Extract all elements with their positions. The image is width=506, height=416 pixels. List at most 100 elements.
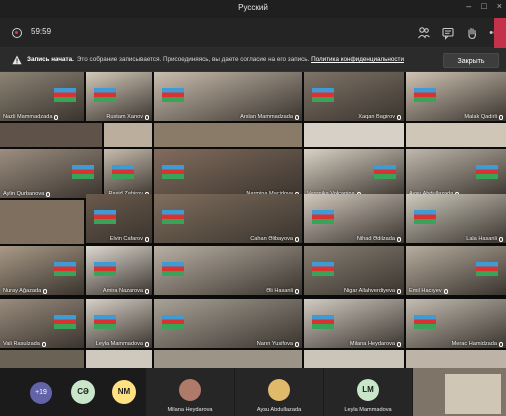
video-tile[interactable]	[154, 123, 302, 147]
participant-name-text: Elvin Cafarov	[109, 236, 143, 242]
video-tile[interactable]: Aysu Abdullazada	[406, 149, 506, 198]
video-tile[interactable]	[86, 350, 152, 368]
participant-name-text: Arslan Mammadzada	[240, 114, 293, 120]
avatar[interactable]: NM	[112, 380, 136, 404]
mic-icon	[145, 288, 149, 294]
video-tile[interactable]: Leyla Mammadova	[86, 299, 152, 348]
mic-icon	[499, 114, 503, 120]
window-title: Русский	[238, 3, 268, 12]
minimize-icon[interactable]: –	[466, 1, 471, 11]
warning-icon	[12, 55, 22, 65]
mic-icon	[46, 191, 51, 197]
video-tile[interactable]: Cahan Əlibayova	[154, 194, 302, 243]
close-icon[interactable]: ×	[497, 1, 502, 11]
video-tile[interactable]	[304, 350, 404, 368]
window-controls: – □ ×	[466, 1, 502, 11]
video-tile[interactable]: Əli Hasanli	[154, 246, 302, 295]
video-tile[interactable]	[0, 350, 84, 368]
video-tile[interactable]: Nazli Mammadzada	[0, 72, 84, 121]
participant-tile[interactable]: Aysu Abdullazada	[234, 368, 323, 416]
participant-name: Milana Heydarova	[350, 341, 401, 347]
video-tile[interactable]	[406, 123, 506, 147]
participant-name: Nigar Allahverdiyeva	[344, 288, 401, 294]
video-tile[interactable]	[0, 123, 102, 147]
flag-image	[54, 262, 76, 276]
participant-tile[interactable]: Milana Heydarova	[145, 368, 234, 416]
video-tile[interactable]: Narın Yusifova	[154, 299, 302, 348]
video-tile[interactable]: Merac Hamidzada	[406, 299, 506, 348]
video-tile[interactable]	[0, 200, 84, 244]
teams-meeting-window: Русский – □ × 59:59 ••• Запись начата.Эт	[0, 0, 506, 416]
video-tile[interactable]: Milana Heydarova	[304, 299, 404, 348]
flag-image	[112, 165, 134, 179]
close-banner-button[interactable]: Закрыть	[443, 53, 499, 68]
mic-icon	[295, 288, 299, 294]
video-tile[interactable]	[406, 350, 506, 368]
mic-icon	[295, 236, 299, 242]
participant-tile[interactable]: LM Leyla Mammadova	[323, 368, 412, 416]
mic-icon	[54, 114, 59, 120]
participant-name-text: Cahan Əlibayova	[250, 236, 293, 242]
avatar-initials: LM	[362, 385, 374, 394]
participant-name-text: Aylin Qurbanova	[3, 191, 45, 197]
participants-icon[interactable]	[417, 26, 431, 40]
participant-name: Rustam Xanov	[106, 114, 149, 120]
participant-name: Nazli Mammadzada	[3, 114, 59, 120]
video-tile[interactable]: Emil Hacıyev	[406, 246, 506, 295]
mic-icon	[145, 341, 149, 347]
video-tile[interactable]: Narmina Macidova	[154, 149, 302, 198]
participant-name: Xaqan Bagirov	[358, 114, 401, 120]
participant-photo	[179, 379, 201, 401]
self-view-tile[interactable]	[412, 368, 506, 416]
recording-banner: Запись начата. Это собрание записывается.…	[0, 48, 506, 72]
participant-strip: +19 CƏ NM Milana Heydarova Aysu Abdullaz…	[0, 368, 506, 416]
video-tile[interactable]: Veronika Volçanina	[304, 149, 404, 198]
video-tile[interactable]: Amira Nazarova	[86, 246, 152, 295]
mic-icon	[499, 236, 503, 242]
more-participants-button[interactable]: +19	[30, 382, 52, 404]
video-tile[interactable]	[154, 350, 302, 368]
participant-name-text: Narın Yusifova	[256, 341, 293, 347]
participant-name: Cahan Əlibayova	[250, 236, 299, 242]
flag-image	[414, 210, 436, 224]
video-tile[interactable]: Raşid Zahirov	[104, 149, 152, 198]
participant-name-text: Merac Hamidzada	[451, 341, 497, 347]
maximize-icon[interactable]: □	[481, 1, 486, 11]
meeting-timer: 59:59	[31, 27, 52, 36]
flag-image	[312, 262, 334, 276]
video-tile[interactable]	[104, 123, 152, 147]
video-tile[interactable]: Vali Rasulzada	[0, 299, 84, 348]
participant-name-text: Milana Heydarova	[349, 341, 395, 347]
privacy-policy-link[interactable]: Политика конфиденциальности	[311, 56, 404, 63]
video-tile[interactable]: Lala Hasanli	[406, 194, 506, 243]
flag-image	[162, 210, 184, 224]
video-tile[interactable]: Xaqan Bagirov	[304, 72, 404, 121]
flag-image	[54, 315, 76, 329]
video-tile[interactable]: Nihad Ədilzada	[304, 194, 404, 243]
video-tile[interactable]: Arslan Mammadzada	[154, 72, 302, 121]
video-gallery: Nazli Mammadzada Rustam Xanov Arslan Mamma…	[0, 72, 506, 368]
video-tile[interactable]: Elvin Cafarov	[86, 194, 152, 243]
video-tile[interactable]: Aylin Qurbanova	[0, 149, 102, 198]
participant-name-text: Xaqan Bagirov	[358, 114, 395, 120]
participant-name-text: Nihad Ədilzada	[356, 236, 395, 242]
mic-icon	[499, 341, 503, 347]
chat-icon[interactable]	[441, 26, 455, 40]
mic-icon	[295, 341, 299, 347]
banner-message: Запись начата. Это собрание записывается.…	[27, 56, 404, 63]
leave-button[interactable]	[494, 18, 506, 48]
video-tile[interactable]: Rustam Xanov	[86, 72, 152, 121]
video-tile[interactable]	[304, 123, 404, 147]
record-icon	[12, 28, 22, 38]
avatar[interactable]: CƏ	[71, 380, 95, 404]
flag-image	[312, 210, 334, 224]
participant-name-text: Vali Rasulzada	[3, 341, 40, 347]
video-tile[interactable]: Malak Qadirli	[406, 72, 506, 121]
video-tile[interactable]: Nuray Ağazada	[0, 246, 84, 295]
raise-hand-icon[interactable]	[465, 26, 479, 40]
banner-title: Запись начата.	[27, 56, 74, 63]
flag-image	[54, 88, 76, 102]
mic-icon	[145, 114, 149, 120]
video-tile[interactable]: Nigar Allahverdiyeva	[304, 246, 404, 295]
participant-name: Əli Hasanli	[266, 288, 299, 294]
